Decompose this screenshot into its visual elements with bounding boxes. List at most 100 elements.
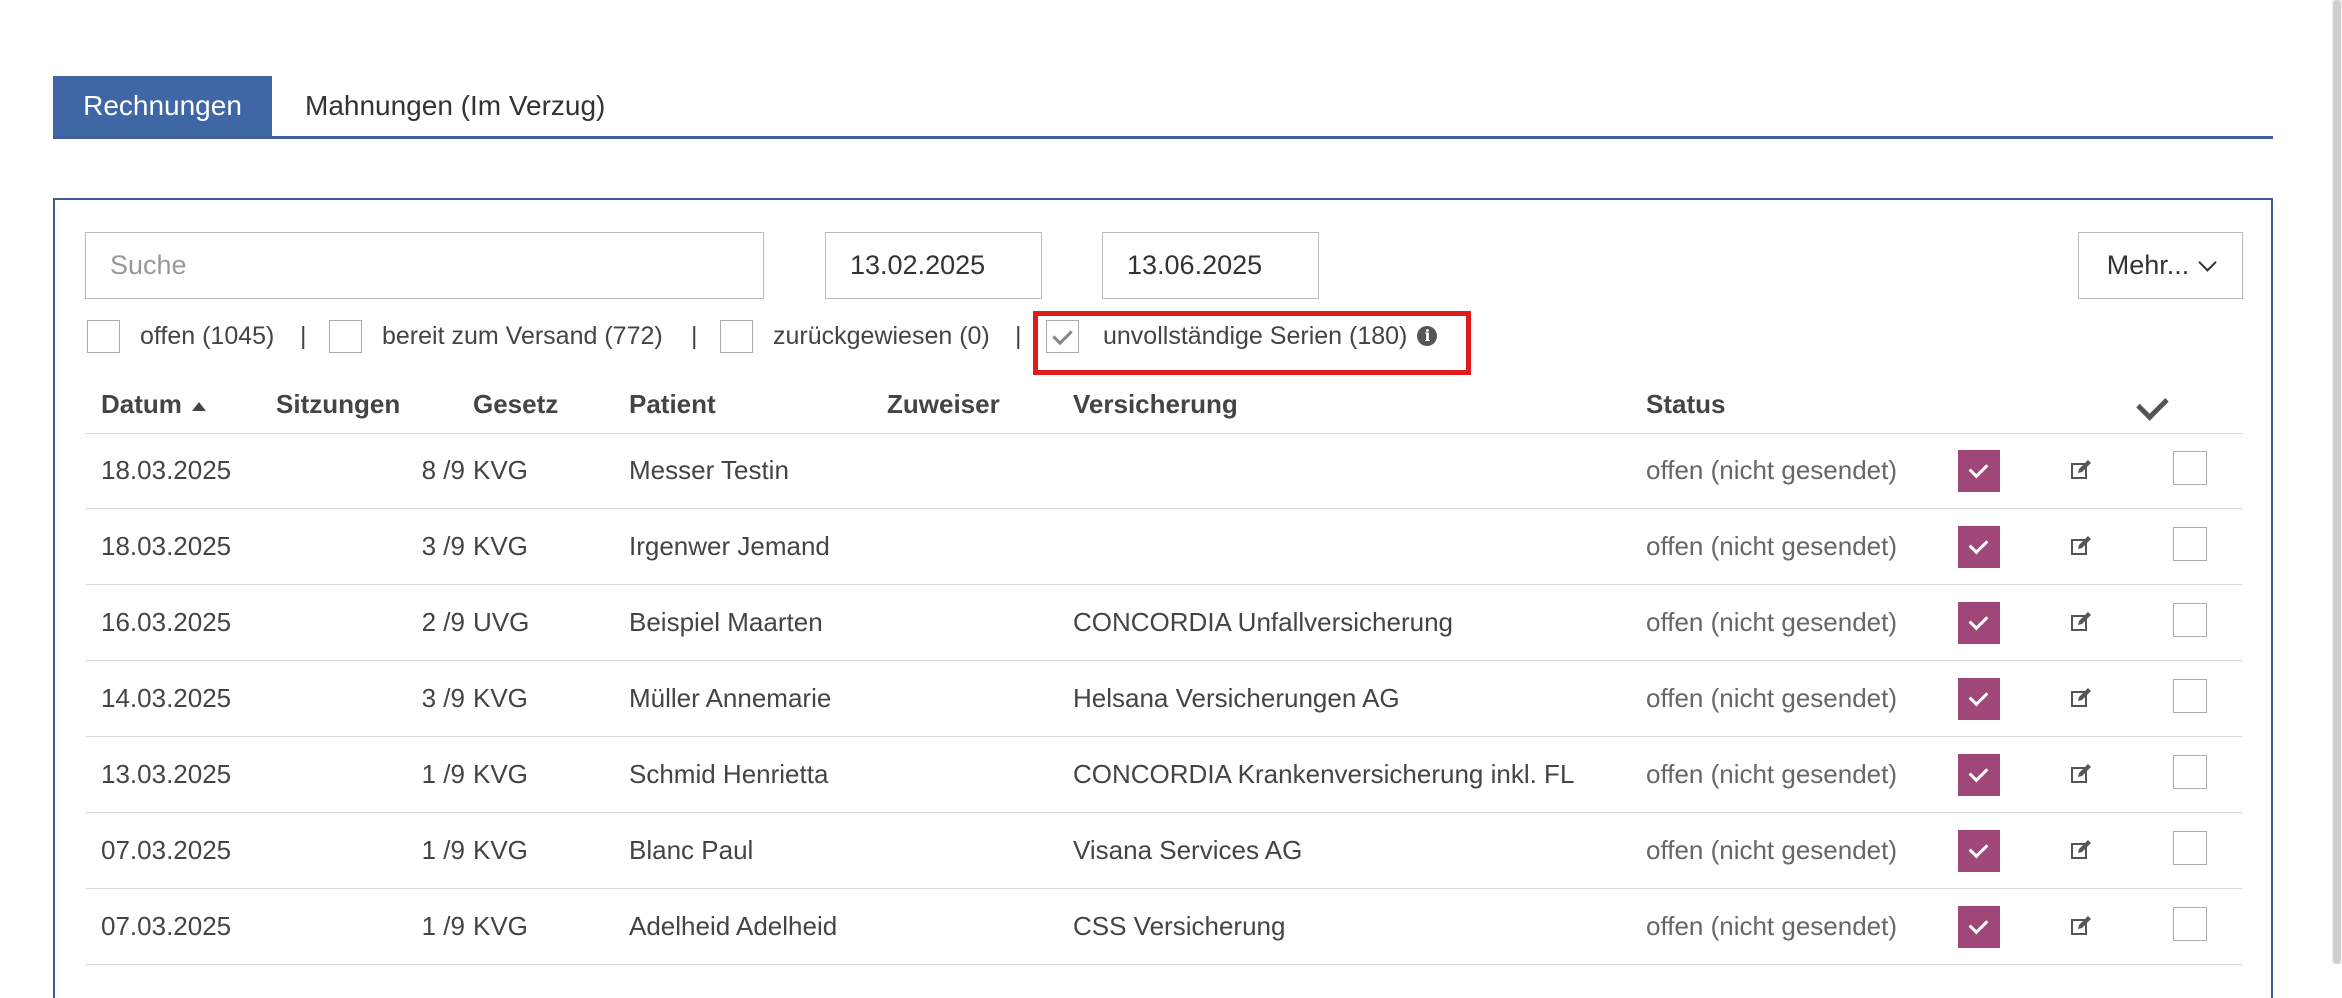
- filter-bereit-label: bereit zum Versand (772): [382, 321, 663, 350]
- filter-offen[interactable]: offen (1045): [87, 318, 274, 354]
- select-row-checkbox[interactable]: [2173, 527, 2207, 561]
- cell-sitzungen: 2 /9: [421, 607, 465, 637]
- cell-gesetz: KVG: [473, 759, 528, 789]
- table-header: Datum Sitzungen Gesetz Patient Zuweiser …: [85, 375, 2243, 434]
- approve-checkbox[interactable]: [1958, 906, 2000, 948]
- edit-icon[interactable]: [2070, 839, 2092, 861]
- column-patient[interactable]: Patient: [629, 375, 716, 433]
- cell-gesetz: UVG: [473, 607, 530, 637]
- date-to-input[interactable]: [1102, 232, 1319, 299]
- cell-sitzungen: 8 /9: [421, 455, 465, 485]
- edit-icon[interactable]: [2070, 763, 2092, 785]
- cell-datum: 18.03.2025: [101, 531, 232, 561]
- scrollbar-thumb[interactable]: [2333, 0, 2341, 964]
- cell-sitzungen: 1 /9: [421, 911, 465, 941]
- cell-datum: 07.03.2025: [101, 835, 232, 865]
- vertical-scrollbar[interactable]: [2332, 0, 2342, 964]
- cell-patient: Adelheid Adelheid: [629, 911, 838, 941]
- cell-sitzungen: 3 /9: [421, 531, 465, 561]
- table-row[interactable]: 18.03.2025 8 /9 KVG Messer Testin offen …: [85, 433, 2243, 509]
- filter-separator: |: [1015, 322, 1022, 350]
- approve-checkbox[interactable]: [1958, 450, 2000, 492]
- cell-versicherung: CONCORDIA Krankenversicherung inkl. FL: [1073, 759, 1575, 789]
- cell-status: offen (nicht gesendet): [1646, 531, 1898, 561]
- cell-versicherung: Helsana Versicherungen AG: [1073, 683, 1400, 713]
- filter-zurueckgewiesen[interactable]: zurückgewiesen (0): [720, 318, 990, 354]
- select-row-checkbox[interactable]: [2173, 603, 2207, 637]
- approve-checkbox[interactable]: [1958, 830, 2000, 872]
- filter-offen-label: offen (1045): [140, 321, 275, 350]
- tab-rechnungen[interactable]: Rechnungen: [53, 76, 272, 136]
- cell-versicherung: CONCORDIA Unfallversicherung: [1073, 607, 1454, 637]
- select-row-checkbox[interactable]: [2173, 831, 2207, 865]
- cell-status: offen (nicht gesendet): [1646, 455, 1898, 485]
- filter-bereit-checkbox[interactable]: [329, 319, 362, 353]
- cell-sitzungen: 1 /9: [421, 759, 465, 789]
- table-row[interactable]: 14.03.2025 3 /9 KVG Müller Annemarie Hel…: [85, 661, 2243, 737]
- approve-checkbox[interactable]: [1958, 526, 2000, 568]
- table-row[interactable]: 07.03.2025 1 /9 KVG Adelheid Adelheid CS…: [85, 889, 2243, 965]
- cell-status: offen (nicht gesendet): [1646, 759, 1898, 789]
- approve-checkbox[interactable]: [1958, 678, 2000, 720]
- table-row[interactable]: 16.03.2025 2 /9 UVG Beispiel Maarten CON…: [85, 585, 2243, 661]
- edit-icon[interactable]: [2070, 535, 2092, 557]
- cell-patient: Messer Testin: [629, 455, 789, 485]
- approve-checkbox[interactable]: [1958, 602, 2000, 644]
- column-versicherung[interactable]: Versicherung: [1073, 375, 1238, 433]
- select-row-checkbox[interactable]: [2173, 679, 2207, 713]
- filter-zurueckgewiesen-checkbox[interactable]: [720, 319, 753, 353]
- filter-bereit[interactable]: bereit zum Versand (772): [329, 318, 663, 354]
- approve-checkbox[interactable]: [1958, 754, 2000, 796]
- cell-datum: 18.03.2025: [101, 455, 232, 485]
- column-zuweiser[interactable]: Zuweiser: [887, 375, 1000, 433]
- cell-datum: 14.03.2025: [101, 683, 232, 713]
- column-datum[interactable]: Datum: [101, 375, 206, 433]
- column-sitzungen[interactable]: Sitzungen: [276, 375, 400, 433]
- table-row[interactable]: 18.03.2025 3 /9 KVG Irgenwer Jemand offe…: [85, 509, 2243, 585]
- cell-patient: Irgenwer Jemand: [629, 531, 830, 561]
- filter-separator: |: [691, 322, 698, 350]
- cell-sitzungen: 1 /9: [421, 835, 465, 865]
- edit-icon[interactable]: [2070, 687, 2092, 709]
- cell-versicherung: CSS Versicherung: [1073, 911, 1286, 941]
- cell-gesetz: KVG: [473, 911, 528, 941]
- cell-versicherung: Visana Services AG: [1073, 835, 1303, 865]
- cell-gesetz: KVG: [473, 835, 528, 865]
- more-dropdown-button[interactable]: Mehr...: [2078, 232, 2243, 299]
- select-row-checkbox[interactable]: [2173, 451, 2207, 485]
- cell-datum: 16.03.2025: [101, 607, 232, 637]
- cell-gesetz: KVG: [473, 455, 528, 485]
- cell-patient: Müller Annemarie: [629, 683, 832, 713]
- table-row[interactable]: 13.03.2025 1 /9 KVG Schmid Henrietta CON…: [85, 737, 2243, 813]
- cell-sitzungen: 3 /9: [421, 683, 465, 713]
- sort-ascending-icon: [191, 401, 206, 411]
- cell-gesetz: KVG: [473, 531, 528, 561]
- check-all-icon[interactable]: [2136, 388, 2169, 421]
- search-input[interactable]: [85, 232, 764, 299]
- filter-offen-checkbox[interactable]: [87, 319, 120, 353]
- cell-status: offen (nicht gesendet): [1646, 911, 1898, 941]
- cell-patient: Schmid Henrietta: [629, 759, 829, 789]
- cell-patient: Beispiel Maarten: [629, 607, 823, 637]
- edit-icon[interactable]: [2070, 459, 2092, 481]
- cell-patient: Blanc Paul: [629, 835, 754, 865]
- invoice-table-body: 18.03.2025 8 /9 KVG Messer Testin offen …: [85, 433, 2243, 965]
- more-label: Mehr...: [2106, 250, 2190, 280]
- edit-icon[interactable]: [2070, 611, 2092, 633]
- column-datum-label: Datum: [101, 389, 182, 419]
- select-row-checkbox[interactable]: [2173, 755, 2207, 789]
- column-status[interactable]: Status: [1646, 375, 1725, 433]
- cell-status: offen (nicht gesendet): [1646, 607, 1898, 637]
- cell-gesetz: KVG: [473, 683, 528, 713]
- highlight-box: [1033, 311, 1471, 375]
- date-from-input[interactable]: [825, 232, 1042, 299]
- cell-status: offen (nicht gesendet): [1646, 835, 1898, 865]
- select-row-checkbox[interactable]: [2173, 907, 2207, 941]
- table-row[interactable]: 07.03.2025 1 /9 KVG Blanc Paul Visana Se…: [85, 813, 2243, 889]
- cell-datum: 07.03.2025: [101, 911, 232, 941]
- tab-mahnungen[interactable]: Mahnungen (Im Verzug): [305, 76, 605, 136]
- column-gesetz[interactable]: Gesetz: [473, 375, 558, 433]
- tab-bar: Rechnungen Mahnungen (Im Verzug): [53, 76, 2273, 139]
- edit-icon[interactable]: [2070, 915, 2092, 937]
- cell-datum: 13.03.2025: [101, 759, 232, 789]
